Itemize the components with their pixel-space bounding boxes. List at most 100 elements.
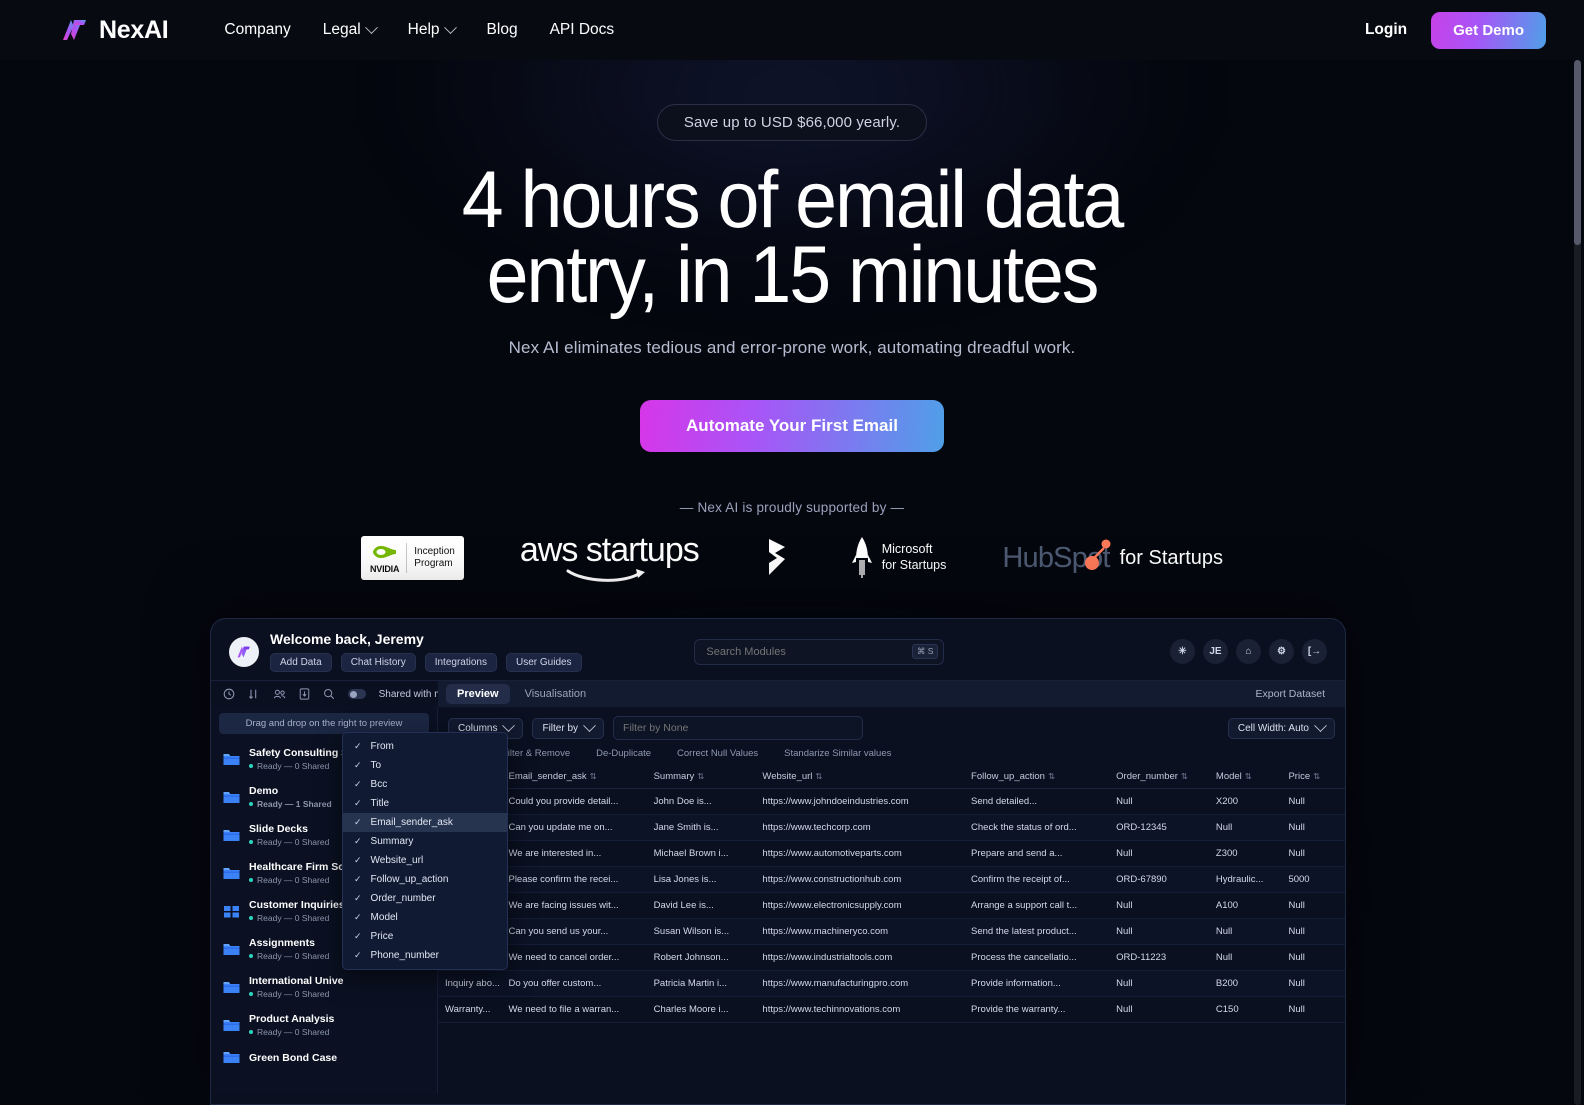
- column-toggle-item[interactable]: ✓ Email_sender_ask: [343, 813, 507, 832]
- nav-label: Company: [224, 21, 291, 38]
- column-toggle-label: To: [370, 760, 382, 771]
- rocket-icon: [851, 537, 872, 579]
- export-dataset-button[interactable]: Export Dataset: [1256, 688, 1337, 700]
- tab-visualisation[interactable]: Visualisation: [514, 684, 598, 704]
- table-cell: Null: [1281, 918, 1345, 945]
- column-toggle-item[interactable]: ✓ Order_number: [343, 889, 507, 908]
- savings-badge: Save up to USD $66,000 yearly.: [656, 104, 928, 141]
- filter-by-label: Filter by: [542, 722, 579, 734]
- table-row[interactable]: Inquiry abo... Do you offer custom... Patr…: [438, 970, 1345, 997]
- chip-chat-history[interactable]: Chat History: [340, 653, 416, 672]
- table-row[interactable]: Order...We need to cancel order...Robert…: [438, 944, 1345, 971]
- clock-icon[interactable]: [223, 688, 235, 700]
- column-toggle-item[interactable]: ✓ Follow_up_action: [343, 870, 507, 889]
- automate-first-email-button[interactable]: Automate Your First Email: [640, 400, 944, 453]
- table-column-header[interactable]: Price ⇅: [1281, 765, 1345, 789]
- file-list-item[interactable]: Green Bond Case: [211, 1044, 437, 1071]
- table-cell: Null: [1281, 788, 1345, 815]
- table-row[interactable]: Order...We are interested in...Michael B…: [438, 840, 1345, 867]
- filter-by-dropdown[interactable]: Filter by: [532, 717, 605, 739]
- tab-preview[interactable]: Preview: [446, 684, 510, 704]
- sort-icon[interactable]: [248, 688, 260, 700]
- table-cell: Send the latest product...: [964, 918, 1110, 945]
- table-row[interactable]: nical...We are facing issues wit...David…: [438, 892, 1345, 919]
- search-container: ⌘ S: [694, 638, 945, 665]
- sort-arrows-icon: ⇅: [1244, 771, 1252, 781]
- table-row[interactable]: ...Please confirm the recei...Lisa Jones…: [438, 866, 1345, 893]
- table-column-header[interactable]: Order_number ⇅: [1109, 765, 1209, 789]
- table-row[interactable]: Warranty... We need to file a warran... Ch…: [438, 996, 1345, 1023]
- table-cell: Charles Moore i...: [646, 996, 756, 1023]
- column-toggle-item[interactable]: ✓ Model: [343, 908, 507, 927]
- table-column-header[interactable]: Email_sender_ask ⇅: [501, 765, 647, 789]
- nav-item-company[interactable]: Company: [224, 21, 290, 39]
- nav-item-api-docs[interactable]: API Docs: [550, 21, 615, 39]
- user-avatar[interactable]: JE: [1203, 639, 1228, 664]
- filter-input[interactable]: [613, 716, 864, 740]
- table-column-header[interactable]: Follow_up_action ⇅: [964, 765, 1110, 789]
- column-toggle-item[interactable]: ✓ Bcc: [343, 775, 507, 794]
- scrollbar-thumb[interactable]: [1574, 60, 1581, 245]
- table-cell: https://www.industrialtools.com: [755, 944, 965, 971]
- people-icon[interactable]: [273, 688, 286, 700]
- checkmark-icon: ✓: [354, 817, 362, 827]
- welcome-message: Welcome back, Jeremy: [270, 631, 424, 647]
- search-input[interactable]: [694, 638, 945, 665]
- get-demo-button[interactable]: Get Demo: [1431, 11, 1546, 49]
- download-icon[interactable]: [299, 688, 310, 700]
- checkmark-icon: ✓: [354, 855, 362, 865]
- app-header: Welcome back, Jeremy Add Data Chat Histo…: [211, 619, 1345, 680]
- file-list-item[interactable]: Product Analysis Ready — 0 Shared: [211, 1006, 437, 1044]
- nvidia-inception-logo: NVIDIA Inception Program: [360, 536, 464, 581]
- partner-mark-icon: [768, 539, 785, 576]
- column-toggle-item[interactable]: ✓ To: [343, 756, 507, 775]
- op-correct-null-values[interactable]: Correct Null Values: [677, 748, 758, 759]
- gear-icon[interactable]: ⚙: [1269, 639, 1294, 664]
- chip-user-guides[interactable]: User Guides: [505, 653, 582, 672]
- nav-item-legal[interactable]: Legal: [323, 20, 378, 39]
- file-status: Ready — 1 Shared: [249, 799, 332, 809]
- table-row[interactable]: est for...Can you send us your...Susan W…: [438, 918, 1345, 945]
- table-cell: Null: [1208, 918, 1282, 945]
- nav-item-blog[interactable]: Blog: [487, 21, 518, 39]
- cell-width-dropdown[interactable]: Cell Width: Auto: [1227, 717, 1335, 739]
- chip-integrations[interactable]: Integrations: [424, 653, 497, 672]
- op-de-duplicate[interactable]: De-Duplicate: [596, 748, 651, 759]
- columns-dropdown-menu: ✓ From ✓ To ✓ Bcc ✓ Title ✓ Email_sender_ask ✓ Summ…: [342, 732, 508, 970]
- op-filter-remove[interactable]: Filter & Remove: [502, 748, 570, 759]
- table-cell: https://www.techinnovations.com: [755, 996, 965, 1023]
- nav-links: Company Legal Help Blog API Docs: [224, 20, 615, 39]
- brand-logo[interactable]: NexAI: [60, 16, 169, 45]
- column-toggle-item[interactable]: ✓ From: [343, 737, 507, 756]
- nav-item-help[interactable]: Help: [408, 20, 457, 39]
- hubspot-startups-label: for Startups: [1119, 546, 1224, 569]
- table-cell: Null: [1109, 840, 1209, 867]
- page-scrollbar[interactable]: [1574, 60, 1581, 1105]
- shared-with-me-toggle[interactable]: [348, 689, 366, 699]
- logout-icon[interactable]: [→: [1302, 639, 1327, 664]
- table-column-header[interactable]: Summary ⇅: [646, 765, 756, 789]
- column-toggle-item[interactable]: ✓ Title: [343, 794, 507, 813]
- table-column-header[interactable]: Website_url ⇅: [755, 765, 965, 789]
- column-toggle-item[interactable]: ✓ Summary: [343, 832, 507, 851]
- table-cell: Null: [1208, 814, 1282, 841]
- home-icon[interactable]: ⌂: [1236, 639, 1261, 664]
- column-toggle-item[interactable]: ✓ Phone_number: [343, 946, 507, 965]
- column-toggle-item[interactable]: ✓ Price: [343, 927, 507, 946]
- table-cell: ORD-12345: [1109, 814, 1209, 841]
- table-column-header[interactable]: Model ⇅: [1208, 765, 1282, 789]
- column-toggle-item[interactable]: ✓ Website_url: [343, 851, 507, 870]
- table-cell: Michael Brown i...: [646, 840, 756, 867]
- search-icon[interactable]: [323, 688, 335, 700]
- snowflake-icon[interactable]: ✳: [1170, 639, 1195, 664]
- table-row[interactable]: Statu...Can you update me on...Jane Smit…: [438, 814, 1345, 841]
- table-cell: Null: [1281, 814, 1345, 841]
- column-toggle-label: From: [370, 741, 394, 752]
- login-link[interactable]: Login: [1365, 21, 1407, 39]
- chip-add-data[interactable]: Add Data: [270, 653, 332, 672]
- file-list-item[interactable]: International Unive Ready — 0 Shared: [211, 968, 437, 1006]
- table-row[interactable]: y abo...Could you provide detail...John …: [438, 788, 1345, 815]
- op-standarize-similar-values[interactable]: Standarize Similar values: [784, 748, 891, 759]
- aws-wordmark: aws startups: [519, 531, 700, 570]
- table-cell: Lisa Jones is...: [646, 866, 756, 893]
